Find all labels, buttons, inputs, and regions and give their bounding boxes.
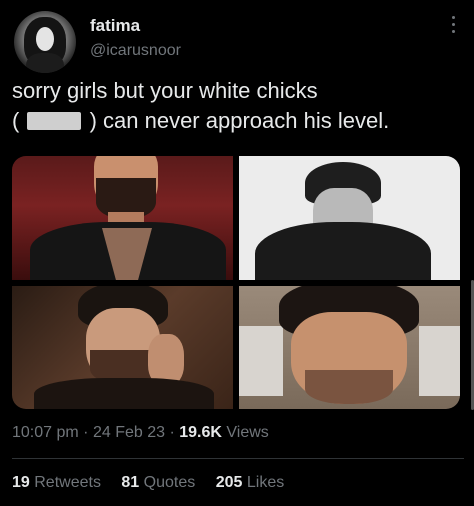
photo-4-backdrop-left <box>239 326 283 396</box>
views-label: Views <box>226 424 269 441</box>
views-count: 19.6K <box>179 424 222 441</box>
meta-separator: · <box>169 424 175 441</box>
quotes-stat[interactable]: 81 Quotes <box>121 474 195 491</box>
retweets-count: 19 <box>12 474 30 491</box>
avatar-face <box>36 27 54 51</box>
tweet-text-line-2: ( ) can never approach his level. <box>12 106 464 136</box>
likes-label: Likes <box>246 474 285 491</box>
photo-3-shirt <box>34 378 214 409</box>
user-handle[interactable]: @icarusnoor <box>90 42 181 60</box>
avatar[interactable] <box>14 11 76 73</box>
display-name[interactable]: fatima <box>90 16 140 36</box>
photo-1[interactable] <box>12 156 233 280</box>
retweets-stat[interactable]: 19 Retweets <box>12 474 101 491</box>
divider <box>12 458 464 459</box>
photo-2-jacket <box>255 222 431 280</box>
photo-4-backdrop-right <box>419 326 460 396</box>
tweet-time[interactable]: 10:07 pm <box>12 424 79 441</box>
tweet-text-prefix: ( <box>12 108 20 133</box>
tweet-text-line-1: sorry girls but your white chicks <box>12 78 318 103</box>
meta-separator: · <box>83 424 89 441</box>
quotes-count: 81 <box>121 474 140 491</box>
photo-3[interactable] <box>12 286 233 409</box>
photo-4[interactable] <box>239 286 460 409</box>
likes-stat[interactable]: 205 Likes <box>216 474 285 491</box>
tweet-stats: 19 Retweets 81 Quotes 205 Likes <box>12 474 284 492</box>
retweets-label: Retweets <box>34 474 101 491</box>
quotes-label: Quotes <box>143 474 196 491</box>
censored-word <box>27 112 82 130</box>
tweet-meta: 10:07 pm · 24 Feb 23 · 19.6K Views <box>12 424 269 442</box>
photo-2[interactable] <box>239 156 460 280</box>
tweet-header: fatima @icarusnoor <box>12 8 464 73</box>
more-options-icon[interactable] <box>444 12 462 40</box>
tweet-date[interactable]: 24 Feb 23 <box>93 424 165 441</box>
photo-4-stubble <box>305 370 393 404</box>
tweet-text-suffix: ) can never approach his level. <box>89 108 390 133</box>
media-grid <box>12 156 460 409</box>
tweet-text: sorry girls but your white chicks ( ) ca… <box>12 76 464 136</box>
likes-count: 205 <box>215 474 243 491</box>
avatar-body <box>26 53 64 73</box>
